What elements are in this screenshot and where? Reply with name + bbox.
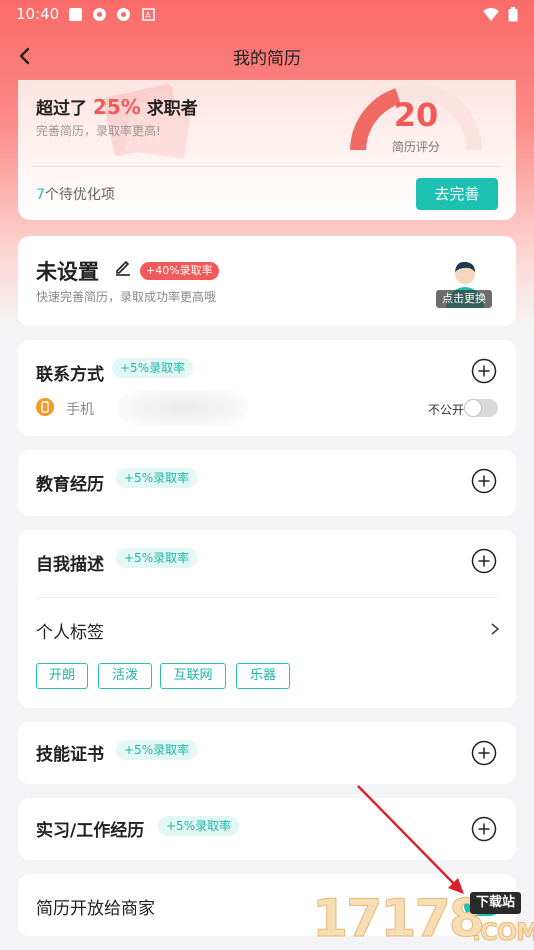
phone-icon [36, 398, 54, 416]
phone-number-blurred [118, 390, 248, 426]
contact-card: 联系方式 +5%录取率 手机 不公开 [18, 340, 516, 436]
watermark-tag: 下载站 [470, 892, 522, 914]
certificates-card: 技能证书 +5%录取率 [18, 722, 516, 784]
page-title: 我的简历 [233, 49, 301, 69]
phone-public-toggle[interactable] [464, 399, 498, 417]
headline-percent: 25% [92, 95, 141, 119]
divider [32, 166, 502, 167]
tag-item[interactable]: 活泼 [98, 663, 152, 689]
watermark-number: 17178 [312, 889, 486, 950]
app-aperture-icon [93, 8, 106, 21]
status-bar: 10:40 A [0, 0, 534, 30]
complete-resume-button[interactable]: 去完善 [416, 178, 498, 210]
score-headline: 超过了 25% 求职者 [36, 94, 198, 119]
todo-count: 7 [36, 187, 45, 203]
app-a-icon: A [142, 8, 155, 21]
education-card: 教育经历 +5%录取率 [18, 450, 516, 516]
self-description-card: 自我描述 +5%录取率 个人标签 开朗 活泼 互联网 乐器 [18, 530, 516, 708]
toggle-knob [465, 400, 481, 416]
edit-icon[interactable] [114, 258, 132, 276]
profile-card[interactable]: 未设置 +40%录取率 快速完善简历，录取成功率更高哦 点击更换 [18, 236, 516, 326]
tag-item[interactable]: 开朗 [36, 663, 88, 689]
add-self-description-button[interactable] [471, 548, 497, 574]
private-label: 不公开 [428, 403, 465, 417]
watermark-domain: .COM [471, 918, 534, 947]
contact-rate-badge: +5%录取率 [112, 358, 194, 378]
watermark-logo: 17178 下载站 .COM [312, 888, 534, 950]
score-label: 简历评分 [391, 140, 440, 154]
tag-item[interactable]: 互联网 [160, 663, 226, 689]
divider [36, 597, 498, 598]
education-title: 教育经历 [36, 475, 104, 495]
headline-suffix: 求职者 [146, 99, 198, 119]
nav-bar: 我的简历 [0, 36, 534, 76]
phone-label: 手机 [66, 402, 94, 418]
profile-subtitle: 快速完善简历，录取成功率更高哦 [36, 290, 217, 304]
score-subtitle: 完善简历，录取率更高! [36, 124, 161, 138]
add-work-experience-button[interactable] [471, 816, 497, 842]
status-time: 10:40 [16, 5, 60, 23]
tag-item[interactable]: 乐器 [236, 663, 290, 689]
app-square-icon [69, 8, 82, 21]
profile-name: 未设置 [36, 260, 99, 284]
work-experience-card: 实习/工作经历 +5%录取率 [18, 798, 516, 860]
resume-score-card: 超过了 25% 求职者 完善简历，录取率更高! 20 简历评分 7个待优化项 去… [18, 80, 516, 220]
change-avatar-label[interactable]: 点击更换 [436, 290, 492, 308]
wifi-icon [483, 8, 499, 21]
todo-text: 个待优化项 [44, 187, 115, 203]
todo-summary: 7个待优化项 [36, 184, 115, 204]
work-experience-title: 实习/工作经历 [36, 821, 145, 841]
contact-title: 联系方式 [36, 365, 104, 385]
certificates-title: 技能证书 [36, 745, 104, 765]
app-aperture-icon [117, 8, 130, 21]
self-description-rate-badge: +5%录取率 [116, 548, 198, 568]
add-education-button[interactable] [471, 468, 497, 494]
certificates-rate-badge: +5%录取率 [116, 740, 198, 760]
profile-rate-badge: +40%录取率 [140, 262, 219, 280]
headline-prefix: 超过了 [36, 99, 87, 119]
education-rate-badge: +5%录取率 [116, 468, 198, 488]
battery-icon [508, 7, 518, 22]
work-experience-rate-badge: +5%录取率 [158, 816, 240, 836]
open-to-business-label: 简历开放给商家 [36, 899, 155, 919]
score-value: 20 [393, 96, 439, 134]
self-description-title: 自我描述 [36, 555, 104, 575]
personal-tags-title[interactable]: 个人标签 [36, 618, 104, 643]
add-certificate-button[interactable] [471, 740, 497, 766]
svg-text:A: A [145, 11, 151, 20]
add-contact-button[interactable] [471, 358, 497, 384]
chevron-right-icon[interactable] [488, 622, 502, 636]
